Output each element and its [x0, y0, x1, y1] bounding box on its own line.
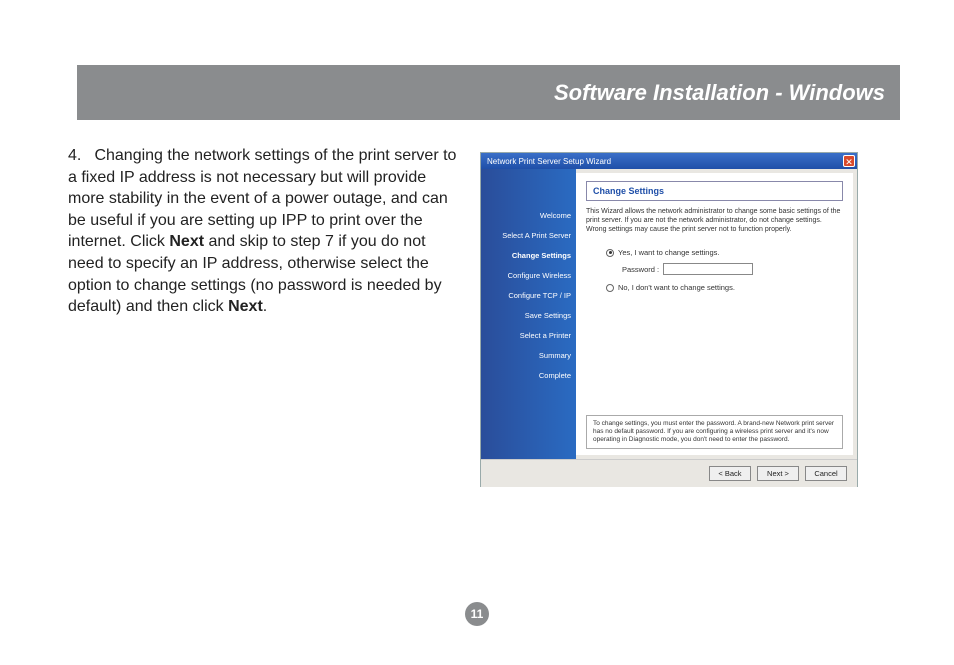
sidebar-item-save-settings[interactable]: Save Settings: [525, 311, 571, 320]
sidebar-item-configure-tcpip[interactable]: Configure TCP / IP: [508, 291, 571, 300]
content-heading: Change Settings: [593, 186, 836, 196]
option-yes-row[interactable]: Yes, I want to change settings.: [606, 248, 843, 257]
wizard-body: Welcome Select A Print Server Change Set…: [481, 169, 857, 459]
wizard-window: Network Print Server Setup Wizard ✕ Welc…: [480, 152, 858, 487]
bold-next-1: Next: [169, 233, 204, 250]
wizard-title: Network Print Server Setup Wizard: [487, 157, 611, 166]
password-label: Password :: [622, 265, 659, 274]
header-bar: Software Installation - Windows: [77, 65, 900, 120]
option-no-row[interactable]: No, I don't want to change settings.: [606, 283, 843, 292]
password-row: Password :: [622, 263, 843, 275]
sidebar-item-configure-wireless[interactable]: Configure Wireless: [508, 271, 571, 280]
content-title-box: Change Settings: [586, 181, 843, 201]
instruction-step: 4. Changing the network settings of the …: [68, 145, 458, 318]
content-description: This Wizard allows the network administr…: [586, 207, 843, 234]
sidebar-item-select-print-server[interactable]: Select A Print Server: [502, 231, 571, 240]
sidebar-item-summary[interactable]: Summary: [539, 351, 571, 360]
back-button[interactable]: < Back: [709, 466, 751, 481]
sidebar-item-change-settings[interactable]: Change Settings: [512, 251, 571, 260]
close-icon[interactable]: ✕: [843, 155, 855, 167]
option-yes-label: Yes, I want to change settings.: [618, 248, 719, 257]
wizard-content: Change Settings This Wizard allows the n…: [576, 173, 853, 455]
sidebar-item-complete[interactable]: Complete: [539, 371, 571, 380]
step-text-end: .: [263, 298, 267, 315]
wizard-sidebar: Welcome Select A Print Server Change Set…: [481, 169, 576, 459]
bold-next-2: Next: [228, 298, 263, 315]
sidebar-item-select-printer[interactable]: Select a Printer: [520, 331, 571, 340]
wizard-button-bar: < Back Next > Cancel: [481, 459, 857, 487]
page-number: 11: [471, 607, 484, 621]
sidebar-item-welcome[interactable]: Welcome: [540, 211, 571, 220]
next-button[interactable]: Next >: [757, 466, 799, 481]
wizard-titlebar: Network Print Server Setup Wizard ✕: [481, 153, 857, 169]
radio-no-icon[interactable]: [606, 284, 614, 292]
option-no-label: No, I don't want to change settings.: [618, 283, 735, 292]
password-note: To change settings, you must enter the p…: [586, 415, 843, 449]
radio-yes-icon[interactable]: [606, 249, 614, 257]
step-number: 4.: [68, 145, 90, 167]
page-number-badge: 11: [465, 602, 489, 626]
password-input[interactable]: [663, 263, 753, 275]
cancel-button[interactable]: Cancel: [805, 466, 847, 481]
page-title: Software Installation - Windows: [554, 80, 885, 106]
